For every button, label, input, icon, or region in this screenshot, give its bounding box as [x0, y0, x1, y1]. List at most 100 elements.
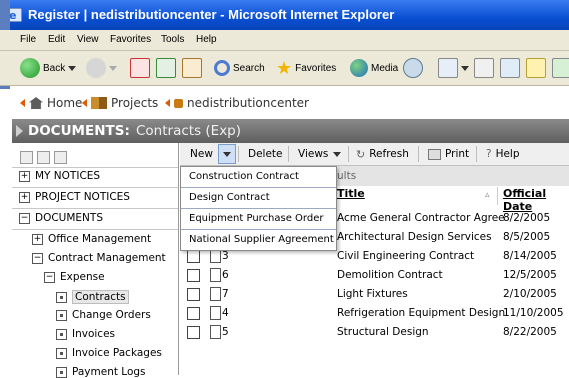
sidebar: + MY NOTICES + PROJECT NOTICES − DOCUMEN… — [12, 143, 179, 378]
expand-icon[interactable]: + — [19, 191, 30, 203]
breadcrumb-project[interactable]: nedistributioncenter — [165, 96, 309, 110]
svg-text:e: e — [9, 9, 16, 22]
menu-help[interactable]: Help — [196, 34, 217, 45]
new-button[interactable]: New — [190, 143, 213, 165]
home-icon — [182, 58, 202, 78]
row-checkbox[interactable] — [187, 288, 200, 301]
forward-button[interactable] — [86, 57, 117, 79]
search-button[interactable]: Search — [214, 57, 265, 79]
row-checkbox[interactable] — [187, 326, 200, 339]
results-label: ults — [337, 170, 357, 182]
media-button[interactable]: Media — [350, 57, 398, 79]
sidebar-item-my-notices[interactable]: + MY NOTICES — [19, 170, 100, 182]
tree-item-expense[interactable]: − Expense — [44, 271, 105, 283]
tree-item-label: Invoice Packages — [72, 347, 162, 359]
column-header-title[interactable]: Title — [337, 187, 365, 207]
row-title-link[interactable]: Refrigeration Equipment Design — [337, 307, 505, 319]
browser-toolbar: Back Search ★ Favorites Media — [0, 51, 569, 86]
collapse-icon[interactable]: − — [19, 212, 30, 224]
menu-favorites[interactable]: Favorites — [110, 34, 151, 45]
document-icon — [210, 249, 221, 263]
history-button[interactable] — [403, 57, 423, 79]
menu-edit[interactable]: Edit — [48, 34, 65, 45]
menu-tools[interactable]: Tools — [161, 34, 184, 45]
refresh-browser-button[interactable] — [156, 57, 176, 79]
sidebar-item-project-notices[interactable]: + PROJECT NOTICES — [19, 191, 130, 203]
row-number: 3 — [222, 250, 229, 262]
menu-item-design-contract[interactable]: Design Contract — [181, 188, 336, 209]
row-title-link[interactable]: Civil Engineering Contract — [337, 250, 474, 262]
leaf-icon — [56, 366, 67, 378]
row-title-link[interactable]: Architectural Design Services — [337, 231, 492, 243]
breadcrumb-home[interactable]: Home — [20, 96, 82, 110]
tree-item-change-orders[interactable]: Change Orders — [56, 309, 151, 321]
collapse-icon[interactable]: − — [32, 252, 43, 264]
menu-item-equipment-purchase-order[interactable]: Equipment Purchase Order — [181, 209, 336, 230]
row-checkbox[interactable] — [187, 269, 200, 282]
mail-button[interactable] — [438, 57, 469, 79]
help-button[interactable]: ? Help — [486, 143, 520, 165]
new-dropdown-button[interactable] — [218, 143, 236, 165]
favorites-button[interactable]: ★ Favorites — [276, 57, 336, 79]
tree-item-label: Change Orders — [72, 309, 151, 321]
edit-button[interactable] — [500, 57, 520, 79]
back-button[interactable]: Back — [20, 57, 77, 79]
stop-button[interactable] — [130, 57, 150, 79]
table-row[interactable]: 6 Demolition Contract 12/5/2005 — [180, 266, 569, 285]
document-icon — [210, 268, 221, 282]
sort-arrow-icon[interactable]: ▵ — [485, 190, 490, 200]
tree-item-invoices[interactable]: Invoices — [56, 328, 115, 340]
row-title-link[interactable]: Structural Design — [337, 326, 429, 338]
row-date: 11/10/2005 — [503, 307, 564, 319]
note-icon — [526, 58, 546, 78]
refresh-button[interactable]: ↻ Refresh — [356, 143, 409, 165]
sidebar-item-documents[interactable]: − DOCUMENTS — [19, 212, 103, 224]
expand-all-icon[interactable] — [37, 151, 50, 164]
separator — [418, 143, 419, 165]
expand-icon[interactable]: + — [32, 233, 43, 245]
forward-dropdown-icon[interactable] — [109, 65, 117, 71]
table-row[interactable]: 7 Light Fixtures 2/10/2005 — [180, 285, 569, 304]
sidebar-item-label: MY NOTICES — [35, 170, 101, 182]
messenger-button[interactable] — [552, 57, 569, 79]
views-button[interactable]: Views — [298, 143, 342, 165]
column-header-date[interactable]: Official Date — [503, 187, 569, 213]
refresh-icon: ↻ — [356, 147, 366, 161]
discuss-button[interactable] — [526, 57, 546, 79]
tree-item-contracts[interactable]: Contracts — [56, 290, 129, 304]
row-date: 8/5/2005 — [503, 231, 551, 243]
menu-item-construction-contract[interactable]: Construction Contract — [181, 167, 336, 188]
expand-icon[interactable]: + — [19, 170, 30, 182]
home-browser-button[interactable] — [182, 57, 202, 79]
sidebar-controls — [20, 151, 67, 164]
views-dropdown-icon — [333, 151, 342, 157]
divider — [12, 187, 178, 188]
tree-item-invoice-packages[interactable]: Invoice Packages — [56, 347, 162, 359]
refresh-tree-icon[interactable] — [54, 151, 67, 164]
back-dropdown-icon[interactable] — [68, 65, 77, 71]
row-checkbox[interactable] — [187, 250, 200, 263]
menu-item-national-supplier-agreement[interactable]: National Supplier Agreement — [181, 230, 336, 250]
collapse-icon[interactable]: − — [44, 271, 55, 283]
row-title-link[interactable]: Acme General Contractor Agree — [337, 212, 505, 224]
delete-button[interactable]: Delete — [248, 143, 283, 165]
row-title-link[interactable]: Light Fixtures — [337, 288, 408, 300]
home-icon — [29, 97, 43, 109]
row-title-link[interactable]: Demolition Contract — [337, 269, 443, 281]
separator — [348, 143, 349, 165]
breadcrumb-projects[interactable]: Projects — [82, 96, 158, 110]
print-button[interactable]: Print — [428, 143, 469, 165]
menu-file[interactable]: File — [20, 34, 36, 45]
tree-item-contract-management[interactable]: − Contract Management — [32, 252, 166, 264]
tree-item-payment-logs[interactable]: Payment Logs — [56, 366, 146, 378]
print-browser-button[interactable] — [474, 57, 494, 79]
collapse-all-icon[interactable] — [20, 151, 33, 164]
mail-dropdown-icon[interactable] — [461, 65, 469, 71]
row-checkbox[interactable] — [187, 307, 200, 320]
table-row[interactable]: 4 Refrigeration Equipment Design 11/10/200… — [180, 304, 569, 323]
table-row[interactable]: 5 Structural Design 8/22/2005 — [180, 323, 569, 342]
back-arrow-icon — [20, 58, 40, 78]
tree-item-office-management[interactable]: + Office Management — [32, 233, 151, 245]
menu-view[interactable]: View — [77, 34, 99, 45]
document-icon — [210, 306, 221, 320]
